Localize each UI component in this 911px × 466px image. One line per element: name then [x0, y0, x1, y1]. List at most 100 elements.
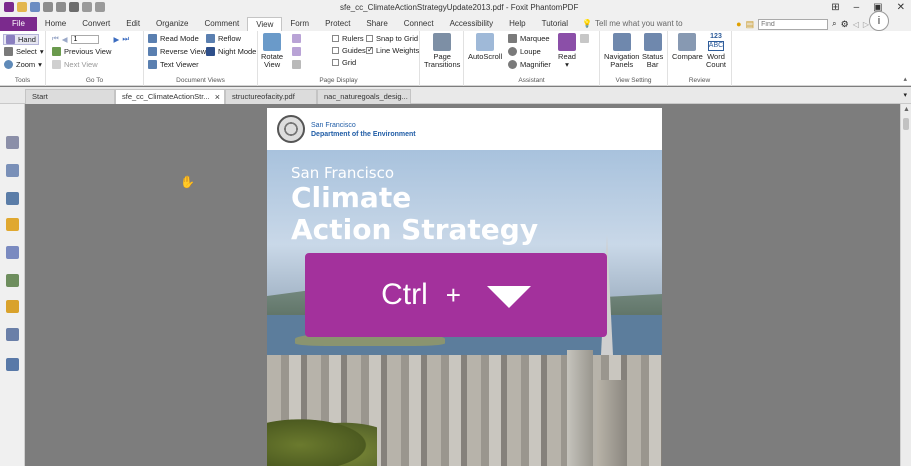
- folder-icon[interactable]: ▤: [746, 19, 755, 30]
- compare-button[interactable]: Compare: [672, 33, 703, 61]
- settings-icon[interactable]: ⚙: [841, 19, 849, 30]
- scroll-thumb[interactable]: [903, 118, 909, 130]
- tab-edit[interactable]: Edit: [118, 17, 148, 31]
- grid-label: Grid: [342, 58, 357, 67]
- grid-checkbox[interactable]: [332, 59, 339, 66]
- guides-toggle[interactable]: Guides: [332, 46, 366, 55]
- rulers-checkbox[interactable]: [332, 35, 339, 42]
- tab-share[interactable]: Share: [358, 17, 395, 31]
- group-page-display: Rotate View Rulers Guides Grid Snap to G…: [258, 31, 420, 86]
- layers-icon[interactable]: [6, 192, 19, 205]
- doc-tab-nature-goals[interactable]: nac_naturegoals_desig...: [317, 89, 411, 104]
- comments-icon[interactable]: [6, 218, 19, 231]
- facing-page-icon[interactable]: [292, 60, 301, 69]
- page-transitions-button[interactable]: Page Transitions: [424, 33, 460, 69]
- read-option-icon[interactable]: [580, 34, 589, 43]
- attachments-icon[interactable]: [6, 246, 19, 259]
- first-page-icon[interactable]: ⏮: [52, 34, 59, 44]
- tab-form[interactable]: Form: [282, 17, 317, 31]
- autoscroll-button[interactable]: AutoScroll: [468, 33, 502, 61]
- save-icon[interactable]: [30, 2, 40, 12]
- tab-organize[interactable]: Organize: [148, 17, 196, 31]
- collapse-ribbon-icon[interactable]: ▴: [903, 75, 907, 83]
- hand-button[interactable]: Hand: [3, 34, 39, 45]
- snap-to-grid-checkbox[interactable]: [366, 35, 373, 42]
- tab-help[interactable]: Help: [501, 17, 533, 31]
- undo-icon[interactable]: [43, 2, 53, 12]
- bookmarks-icon[interactable]: [6, 136, 19, 149]
- content-icon[interactable]: [6, 328, 19, 341]
- rulers-toggle[interactable]: Rulers: [332, 34, 364, 43]
- loupe-button[interactable]: Loupe: [508, 47, 541, 56]
- find-input[interactable]: [758, 18, 829, 30]
- next-page-icon[interactable]: ▶: [114, 35, 120, 44]
- select-button[interactable]: Select ▾: [4, 47, 44, 56]
- redo-icon[interactable]: [56, 2, 66, 12]
- page-number-input[interactable]: [70, 34, 99, 44]
- doc-tab-label: Start: [32, 92, 48, 101]
- quick-access-toolbar: [4, 2, 105, 12]
- snap-to-grid-label: Snap to Grid: [376, 34, 419, 43]
- minimize-icon[interactable]: –: [854, 2, 860, 13]
- marquee-button[interactable]: Marquee: [508, 34, 550, 43]
- status-bar-button[interactable]: Status Bar: [642, 33, 663, 69]
- doc-tab-climate-action[interactable]: sfe_cc_ClimateActionStr... ×: [115, 89, 225, 104]
- select-tool-icon[interactable]: [95, 2, 105, 12]
- back-arrow-icon[interactable]: ◁: [853, 20, 859, 29]
- previous-view-button[interactable]: Previous View: [52, 47, 111, 56]
- snap-to-grid-toggle[interactable]: Snap to Grid: [366, 34, 418, 43]
- word-count-button[interactable]: 123 ABC Word Count: [706, 33, 726, 69]
- doc-tab-start[interactable]: Start: [25, 89, 115, 104]
- tab-view[interactable]: View: [247, 17, 283, 31]
- close-icon[interactable]: ✕: [897, 2, 905, 13]
- reverse-view-button[interactable]: Reverse View: [148, 47, 206, 56]
- read-mode-button[interactable]: Read Mode: [148, 34, 199, 43]
- hand-tool-icon[interactable]: [82, 2, 92, 12]
- continuous-page-icon[interactable]: [292, 47, 301, 56]
- last-page-icon[interactable]: ⏭: [122, 34, 129, 44]
- prev-page-icon[interactable]: ◀: [62, 35, 68, 44]
- open-icon[interactable]: [17, 2, 27, 12]
- scroll-up-icon[interactable]: ▲: [903, 106, 910, 113]
- smiley-icon[interactable]: ●: [736, 19, 741, 29]
- tab-convert[interactable]: Convert: [74, 17, 118, 31]
- pages-icon[interactable]: [6, 164, 19, 177]
- page-layout-icons: [292, 34, 301, 43]
- tab-protect[interactable]: Protect: [317, 17, 358, 31]
- reflow-button[interactable]: Reflow: [206, 34, 241, 43]
- line-weights-checkbox[interactable]: [366, 45, 374, 54]
- magnifier-button[interactable]: Magnifier: [508, 60, 551, 69]
- vertical-scrollbar[interactable]: ▲: [900, 104, 911, 466]
- read-button[interactable]: Read ▾: [558, 33, 576, 69]
- line-weights-toggle[interactable]: Line Weights: [366, 45, 419, 55]
- tab-connect[interactable]: Connect: [396, 17, 442, 31]
- tell-me-box[interactable]: 💡 Tell me what you want to: [582, 17, 683, 31]
- magnifier-label: Magnifier: [520, 60, 551, 69]
- info-icon[interactable]: i: [869, 11, 889, 31]
- tab-home[interactable]: Home: [37, 17, 74, 31]
- restore-ribbon-icon[interactable]: ⊞: [831, 2, 839, 13]
- cover-tower: [567, 350, 593, 466]
- tab-tutorial[interactable]: Tutorial: [534, 17, 576, 31]
- tab-list-dropdown-icon[interactable]: ▾: [903, 91, 907, 99]
- single-page-icon[interactable]: [292, 34, 301, 43]
- night-mode-button[interactable]: Night Mode: [206, 47, 256, 56]
- search-icon[interactable]: ⌕: [832, 19, 836, 29]
- text-viewer-button[interactable]: Text Viewer: [148, 60, 199, 69]
- tab-accessibility[interactable]: Accessibility: [442, 17, 502, 31]
- grid-toggle[interactable]: Grid: [332, 58, 356, 67]
- tags-icon[interactable]: [6, 358, 19, 371]
- navigation-panels-button[interactable]: Navigation Panels: [604, 33, 639, 69]
- doc-tab-structure-of-a-city[interactable]: structureofacity.pdf: [225, 89, 317, 104]
- tab-file[interactable]: File: [0, 17, 37, 31]
- guides-checkbox[interactable]: [332, 47, 339, 54]
- print-icon[interactable]: [69, 2, 79, 12]
- close-tab-icon[interactable]: ×: [215, 90, 220, 104]
- tab-comment[interactable]: Comment: [197, 17, 248, 31]
- next-view-button[interactable]: Next View: [52, 60, 98, 69]
- signatures-icon[interactable]: [6, 274, 19, 287]
- rotate-view-button[interactable]: Rotate View: [261, 33, 283, 69]
- security-lock-icon[interactable]: [6, 300, 19, 313]
- read-mode-label: Read Mode: [160, 34, 199, 43]
- zoom-button[interactable]: Zoom ▾: [4, 60, 42, 69]
